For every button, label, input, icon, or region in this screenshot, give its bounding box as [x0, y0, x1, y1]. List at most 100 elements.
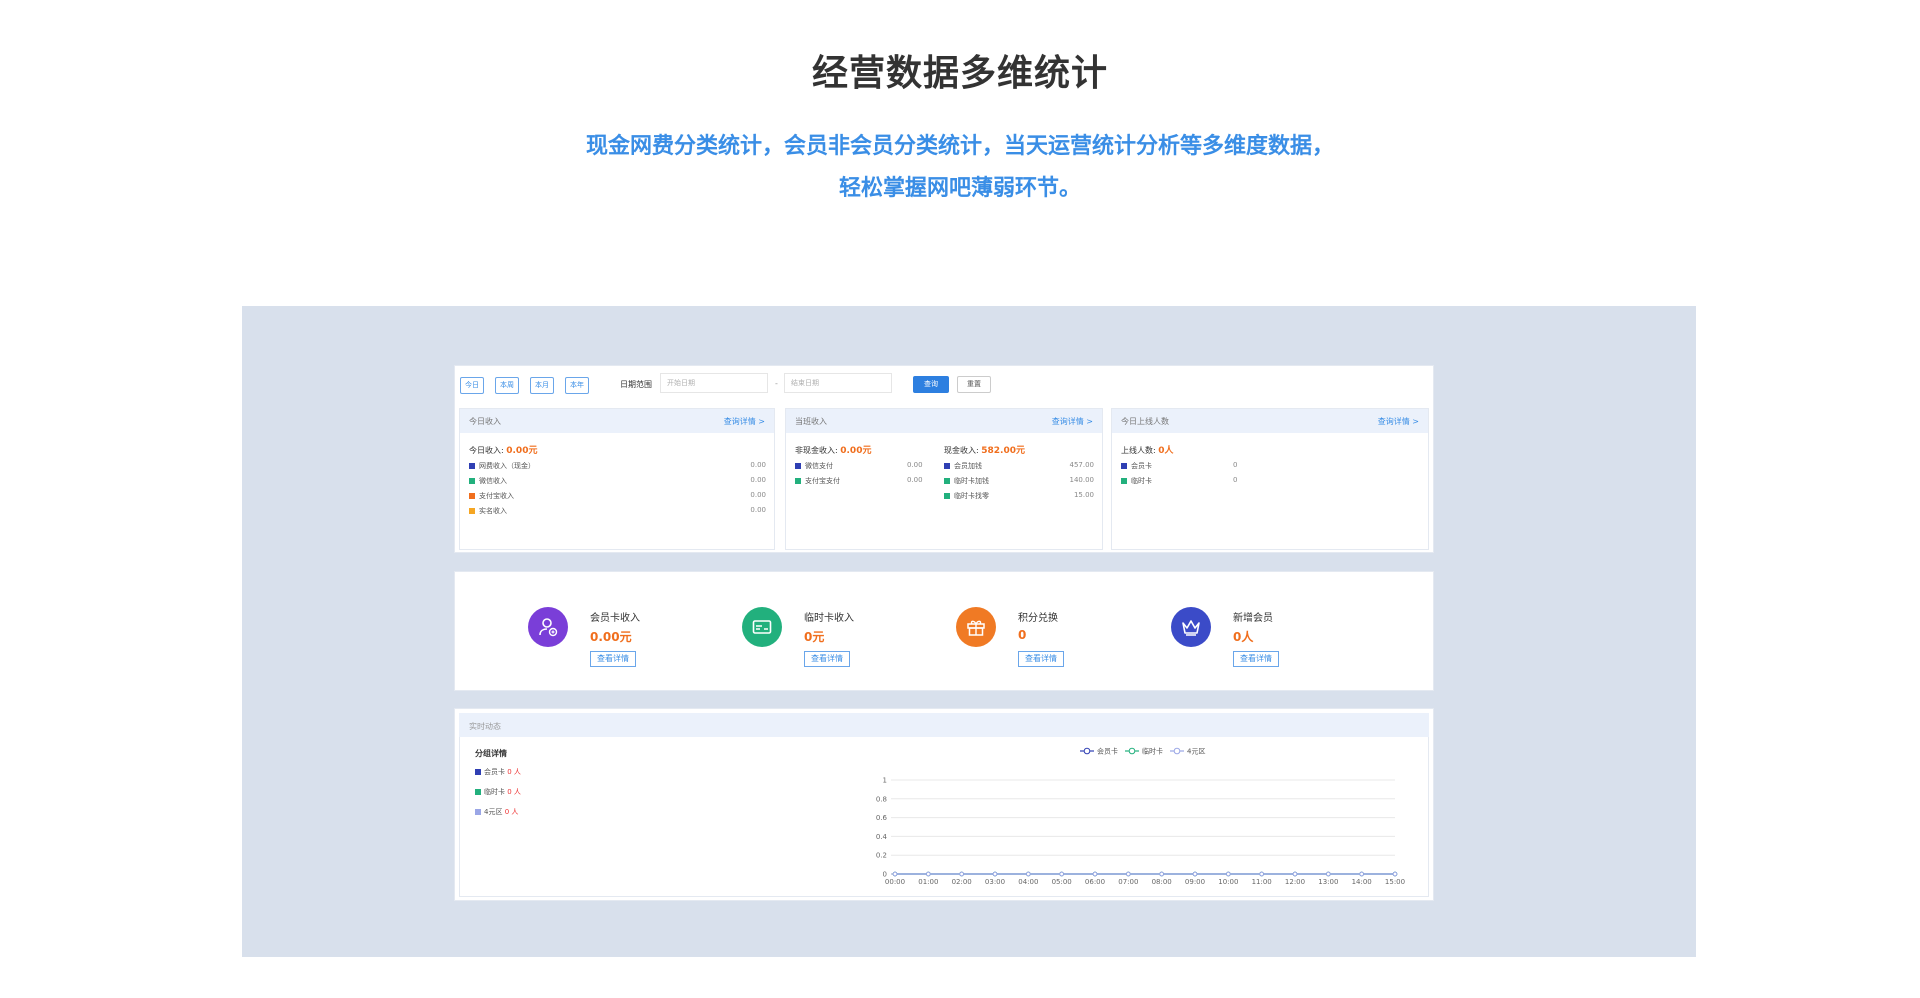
data-point — [1226, 871, 1231, 877]
income-row: 临时卡加钱 — [944, 476, 989, 486]
hero-subtitle: 现金网费分类统计，会员非会员分类统计，当天运营统计分析等多维度数据， 轻松掌握网… — [0, 126, 1920, 210]
card-title: 今日收入 — [469, 417, 501, 426]
income-row-value: 457.00 — [1069, 461, 1095, 469]
x-tick-label: 02:00 — [952, 878, 972, 886]
income-row: 支付宝支付 — [795, 476, 840, 486]
legend-label: 临时卡 — [1142, 747, 1163, 756]
gift-icon — [956, 607, 996, 647]
quick-year-button[interactable]: 本年 — [565, 377, 589, 394]
online-users-amount: 0人 — [1158, 446, 1174, 456]
x-tick-label: 12:00 — [1285, 878, 1305, 886]
x-tick-label: 05:00 — [1052, 878, 1072, 886]
y-tick-label: 0.2 — [876, 852, 887, 860]
x-tick-label: 14:00 — [1352, 878, 1372, 886]
data-point — [992, 871, 998, 877]
user-row: 临时卡 — [1121, 476, 1152, 486]
user-row-value: 0 — [1233, 476, 1238, 484]
x-tick-label: 03:00 — [985, 878, 1005, 886]
legend-dot — [944, 463, 950, 469]
y-tick-label: 1 — [883, 777, 887, 785]
online-users-card: 今日上线人数 查询详情 > 上线人数: 0人 会员卡 0 临时卡 0 — [1111, 408, 1429, 550]
stat-label: 临时卡收入 — [804, 613, 854, 624]
stat-value: 0.00元 — [590, 630, 632, 644]
online-users-total: 上线人数: 0人 — [1121, 446, 1174, 456]
legend-dot — [469, 478, 475, 484]
view-detail-button[interactable]: 查看详情 — [1233, 651, 1279, 667]
quick-today-button[interactable]: 今日 — [460, 377, 484, 394]
stat-label: 积分兑换 — [1018, 613, 1058, 624]
legend-dot — [944, 493, 950, 499]
date-range-label: 日期范围 — [620, 380, 652, 389]
legend-dot — [795, 463, 801, 469]
legend-dot — [1121, 478, 1127, 484]
legend-dot — [1121, 463, 1127, 469]
query-button[interactable]: 查询 — [913, 376, 949, 393]
user-row: 会员卡 — [1121, 461, 1152, 471]
y-tick-label: 0.6 — [876, 814, 888, 822]
query-detail-link[interactable]: 查询详情 > — [1052, 416, 1093, 427]
x-tick-label: 10:00 — [1218, 878, 1238, 886]
income-row-value: 15.00 — [1073, 491, 1094, 499]
data-point — [892, 871, 898, 877]
legend-dot — [795, 478, 801, 484]
today-income-amount: 0.00元 — [506, 446, 538, 456]
today-income-card: 今日收入 查询详情 > 今日收入: 0.00元 网费收入（现金） 0.00 微信… — [459, 408, 775, 550]
view-detail-button[interactable]: 查看详情 — [804, 651, 850, 667]
stats-panel: 会员卡收入 0.00元 查看详情 临时卡收入 0元 查看详情 积分兑换 0 查看… — [454, 571, 1434, 691]
income-row: 实名收入 — [469, 506, 507, 516]
income-row-value: 0.00 — [750, 506, 766, 514]
income-row-value: 0.00 — [750, 491, 766, 499]
noncash-income-amount: 0.00元 — [840, 446, 872, 456]
stat-label: 会员卡收入 — [590, 613, 640, 624]
data-point — [1326, 871, 1331, 877]
legend-dot — [469, 463, 475, 469]
income-row: 微信收入 — [469, 476, 507, 486]
data-point — [1392, 871, 1398, 877]
income-row-value: 0.00 — [750, 461, 766, 469]
y-tick-label: 0.8 — [876, 795, 887, 803]
cash-income-amount: 582.00元 — [981, 446, 1025, 456]
x-tick-label: 06:00 — [1085, 878, 1105, 886]
card-header: 当班收入 查询详情 > — [786, 409, 1102, 433]
legend-dot — [469, 493, 475, 499]
noncash-income-total: 非现金收入: 0.00元 — [795, 446, 872, 456]
user-row-value: 0 — [1233, 461, 1238, 469]
x-tick-label: 01:00 — [918, 878, 938, 886]
date-separator: - — [775, 379, 778, 388]
legend-dot — [944, 478, 950, 484]
quick-week-button[interactable]: 本周 — [495, 377, 519, 394]
card-title: 当班收入 — [795, 417, 827, 426]
legend-dot — [469, 508, 475, 514]
legend-marker — [1128, 747, 1136, 755]
x-tick-label: 04:00 — [1018, 878, 1038, 886]
data-point — [1192, 871, 1198, 877]
income-row: 会员加钱 — [944, 461, 982, 471]
data-point — [1092, 871, 1098, 877]
x-tick-label: 00:00 — [885, 878, 905, 886]
start-date-input[interactable]: 开始日期 — [660, 373, 768, 393]
shift-income-card: 当班收入 查询详情 > 非现金收入: 0.00元 现金收入: 582.00元 微… — [785, 408, 1103, 550]
data-point — [959, 871, 964, 877]
reset-button[interactable]: 重置 — [957, 376, 991, 393]
income-row-value: 0.00 — [750, 476, 766, 484]
end-date-input[interactable]: 结束日期 — [784, 373, 892, 393]
stat-value: 0 — [1018, 628, 1027, 642]
query-detail-link[interactable]: 查询详情 > — [724, 416, 765, 427]
cash-income-total: 现金收入: 582.00元 — [944, 446, 1025, 456]
quick-month-button[interactable]: 本月 — [530, 377, 554, 394]
stat-label: 新增会员 — [1233, 613, 1273, 624]
x-tick-label: 15:00 — [1385, 878, 1405, 886]
legend-label: 4元区 — [1187, 748, 1205, 756]
view-detail-button[interactable]: 查看详情 — [1018, 651, 1064, 667]
view-detail-button[interactable]: 查看详情 — [590, 651, 636, 667]
y-tick-label: 0.4 — [876, 833, 888, 841]
legend-marker — [1083, 747, 1091, 755]
data-point — [1259, 871, 1264, 877]
query-detail-link[interactable]: 查询详情 > — [1378, 416, 1419, 427]
realtime-line-chart: 00.20.40.60.8100:00 01:00 02:00 03:00 04:00 0… — [876, 747, 1405, 887]
hero-subtitle-line2: 轻松掌握网吧薄弱环节。 — [838, 176, 1081, 201]
member-icon — [528, 607, 568, 647]
realtime-panel: 实时动态 分组详情 会员卡 0 人 临时卡 0 人 4元区 0 人 0 0.2 0.… — [454, 708, 1434, 901]
x-tick-label: 11:00 — [1252, 878, 1272, 886]
card-title: 今日上线人数 — [1121, 417, 1169, 426]
